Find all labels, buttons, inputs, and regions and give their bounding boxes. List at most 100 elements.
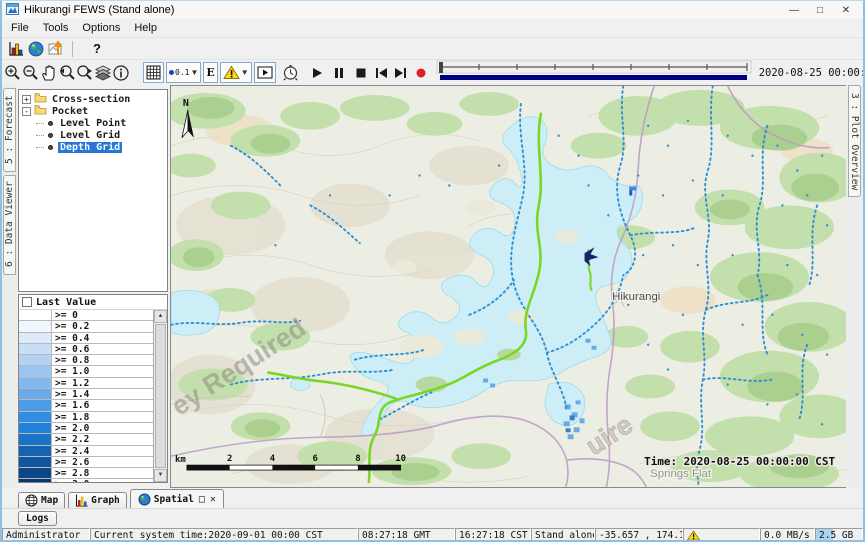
tree-item-depth-grid[interactable]: Depth Grid xyxy=(22,141,167,153)
time-slider[interactable] xyxy=(435,60,753,85)
menu-tools[interactable]: Tools xyxy=(36,21,76,35)
legend-row: >= 2.2 xyxy=(19,434,153,445)
legend-label: >= 1.2 xyxy=(52,378,153,388)
legend-row: >= 1.2 xyxy=(19,378,153,389)
svg-text:8: 8 xyxy=(355,454,360,464)
tree-item-level-point[interactable]: Level Point xyxy=(22,117,167,129)
stop-button[interactable] xyxy=(355,63,367,83)
play-button[interactable] xyxy=(311,63,323,83)
animation-button[interactable] xyxy=(254,62,276,83)
restore-panel-icon[interactable]: □ xyxy=(199,494,205,505)
pause-button[interactable] xyxy=(333,63,345,83)
tab-graph[interactable]: Graph xyxy=(68,492,127,508)
data-viewer-panel: + Cross-section - Pocket Level Point Lev… xyxy=(17,85,170,488)
menu-file[interactable]: File xyxy=(4,21,36,35)
legend-label: >= 0.6 xyxy=(52,344,153,354)
record-button[interactable] xyxy=(415,63,427,83)
thresholds-dropdown[interactable]: ▼ xyxy=(220,62,252,83)
legend-label: >= 2.2 xyxy=(52,434,153,444)
warning-triangle-icon xyxy=(687,530,700,541)
status-download-speed: 0.0 MB/s xyxy=(760,528,815,542)
collapse-icon[interactable]: - xyxy=(22,107,31,116)
tab-map[interactable]: Map xyxy=(18,492,65,508)
legend-swatch xyxy=(19,468,52,478)
zoom-previous-icon[interactable] xyxy=(58,63,76,83)
legend-swatch xyxy=(19,389,52,399)
tab-data-viewer[interactable]: 6 : Data Viewer xyxy=(3,175,16,275)
chevron-down-icon: ▼ xyxy=(241,68,249,77)
menu-help[interactable]: Help xyxy=(127,21,164,35)
scroll-down-icon[interactable]: ▼ xyxy=(154,469,167,482)
layers-icon[interactable] xyxy=(94,63,112,83)
help-button[interactable]: ? xyxy=(93,41,101,56)
maximize-button[interactable]: □ xyxy=(807,5,833,16)
tree-connector xyxy=(36,147,44,148)
legend-swatch xyxy=(19,423,52,433)
dot-icon xyxy=(169,70,174,75)
first-frame-button[interactable] xyxy=(375,63,388,83)
legend-label: >= 0.2 xyxy=(52,321,153,331)
legend-label: >= 1.6 xyxy=(52,400,153,410)
legend-swatch xyxy=(19,366,52,376)
tree-item-pocket[interactable]: - Pocket xyxy=(22,105,167,117)
close-button[interactable]: ✕ xyxy=(833,5,859,16)
menu-options[interactable]: Options xyxy=(75,21,127,35)
zoom-next-icon[interactable] xyxy=(76,63,94,83)
legend-swatch xyxy=(19,344,52,354)
expand-icon[interactable]: + xyxy=(22,95,31,104)
legend-scrollbar[interactable]: ▲ ▼ xyxy=(154,310,167,482)
legend-row: >= 2.8 xyxy=(19,468,153,479)
scroll-thumb[interactable] xyxy=(155,324,166,468)
layer-tree: + Cross-section - Pocket Level Point Lev… xyxy=(18,89,168,292)
legend-row: >= 1.4 xyxy=(19,389,153,400)
timer-icon[interactable] xyxy=(282,63,299,83)
window-title: Hikurangi FEWS (Stand alone) xyxy=(24,4,781,16)
legend-label: >= 0.8 xyxy=(52,355,153,365)
tree-item-level-grid[interactable]: Level Grid xyxy=(22,129,167,141)
last-value-checkbox[interactable] xyxy=(22,297,32,307)
tab-forecast[interactable]: 5 : Forecast xyxy=(3,88,16,172)
map-toolbar: 0.1▼ E ▼ 2020-08-25 00:00:00 CST xyxy=(2,59,863,85)
minimize-button[interactable]: — xyxy=(781,5,807,16)
legend-row: >= 1.6 xyxy=(19,400,153,411)
grid-toggle-button[interactable] xyxy=(143,62,164,83)
globe-icon xyxy=(138,493,151,506)
legend-swatch xyxy=(19,446,52,456)
legend-swatch xyxy=(19,457,52,467)
status-memory: 2.5 GB xyxy=(815,528,863,542)
zoom-out-icon[interactable] xyxy=(22,63,40,83)
folder-icon xyxy=(34,104,47,118)
tab-plot-overview[interactable]: 3 : Plot Overview xyxy=(848,85,861,197)
zoom-in-icon[interactable] xyxy=(4,63,22,83)
close-panel-icon[interactable]: ✕ xyxy=(210,494,216,505)
status-coordinates: -35.657 , 174.199 xyxy=(595,528,683,542)
pan-hand-icon[interactable] xyxy=(40,63,58,83)
map-canvas[interactable]: ey Required uire N Hikurangi Springs Fla… xyxy=(171,86,846,487)
bottom-tab-bar: Map Graph Spatial □ ✕ xyxy=(2,488,863,508)
spatial-globe-icon[interactable] xyxy=(26,39,46,59)
labels-toggle-button[interactable]: E xyxy=(203,62,217,83)
legend-swatch xyxy=(19,378,52,388)
legend-swatch xyxy=(19,400,52,410)
menu-bar: File Tools Options Help xyxy=(2,19,863,37)
toolbar-separator xyxy=(72,41,73,57)
svg-text:6: 6 xyxy=(312,454,317,464)
main-toolbar: ? xyxy=(2,37,863,59)
class-break-dropdown[interactable]: 0.1▼ xyxy=(166,62,201,83)
last-frame-button[interactable] xyxy=(394,63,407,83)
legend-label: >= 3.0 xyxy=(52,479,153,482)
tab-spatial[interactable]: Spatial □ ✕ xyxy=(130,489,224,508)
info-icon[interactable] xyxy=(112,63,130,83)
svg-text:4: 4 xyxy=(270,454,275,464)
legend-panel: Last Value >= 0 >= 0.2 >= 0.4 >= 0.6 >= … xyxy=(18,294,168,483)
legend-label: >= 1.0 xyxy=(52,366,153,376)
right-tab-strip: 3 : Plot Overview xyxy=(846,85,863,488)
map-view[interactable]: ey Required uire N Hikurangi Springs Fla… xyxy=(170,85,846,488)
layer-bullet-icon xyxy=(48,145,53,150)
legend-row: >= 2.0 xyxy=(19,423,153,434)
status-warning-cell[interactable] xyxy=(683,528,760,542)
import-chart-icon[interactable] xyxy=(46,39,66,59)
scroll-up-icon[interactable]: ▲ xyxy=(154,310,167,323)
database-chart-icon[interactable] xyxy=(6,39,26,59)
tab-logs[interactable]: Logs xyxy=(18,511,57,526)
